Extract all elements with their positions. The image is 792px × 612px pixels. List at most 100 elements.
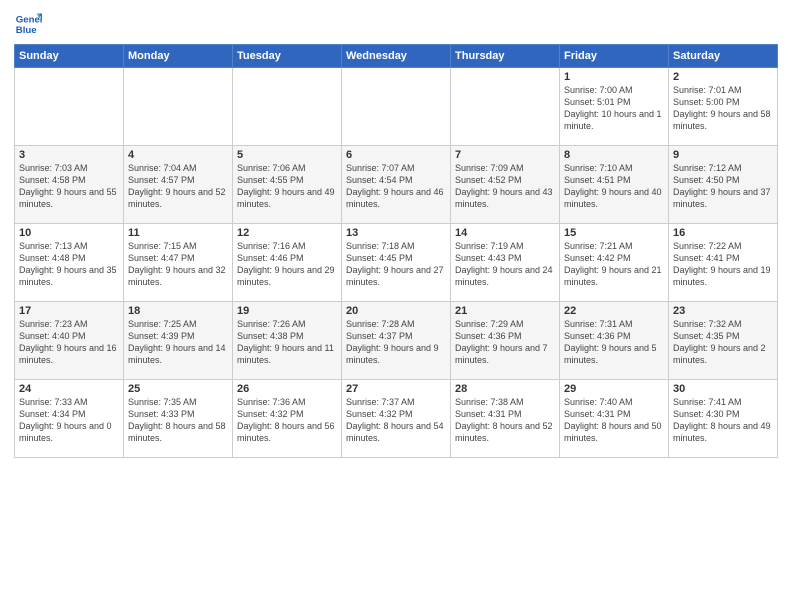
weekday-header-saturday: Saturday bbox=[669, 45, 778, 68]
day-number: 28 bbox=[455, 383, 555, 395]
page-container: General Blue SundayMondayTuesdayWednesda… bbox=[0, 0, 792, 466]
day-info: Sunrise: 7:35 AMSunset: 4:33 PMDaylight:… bbox=[128, 396, 228, 445]
calendar-cell: 9Sunrise: 7:12 AMSunset: 4:50 PMDaylight… bbox=[669, 146, 778, 224]
day-number: 24 bbox=[19, 383, 119, 395]
day-number: 14 bbox=[455, 227, 555, 239]
day-number: 3 bbox=[19, 149, 119, 161]
day-number: 4 bbox=[128, 149, 228, 161]
day-info: Sunrise: 7:32 AMSunset: 4:35 PMDaylight:… bbox=[673, 318, 773, 367]
day-info: Sunrise: 7:28 AMSunset: 4:37 PMDaylight:… bbox=[346, 318, 446, 367]
day-number: 26 bbox=[237, 383, 337, 395]
calendar-table: SundayMondayTuesdayWednesdayThursdayFrid… bbox=[14, 44, 778, 458]
day-info: Sunrise: 7:03 AMSunset: 4:58 PMDaylight:… bbox=[19, 162, 119, 211]
week-row-4: 17Sunrise: 7:23 AMSunset: 4:40 PMDayligh… bbox=[15, 302, 778, 380]
weekday-header-wednesday: Wednesday bbox=[342, 45, 451, 68]
calendar-cell: 29Sunrise: 7:40 AMSunset: 4:31 PMDayligh… bbox=[560, 380, 669, 458]
weekday-header-thursday: Thursday bbox=[451, 45, 560, 68]
header: General Blue bbox=[14, 10, 778, 38]
day-info: Sunrise: 7:16 AMSunset: 4:46 PMDaylight:… bbox=[237, 240, 337, 289]
calendar-cell: 2Sunrise: 7:01 AMSunset: 5:00 PMDaylight… bbox=[669, 68, 778, 146]
calendar-cell: 5Sunrise: 7:06 AMSunset: 4:55 PMDaylight… bbox=[233, 146, 342, 224]
calendar-cell: 25Sunrise: 7:35 AMSunset: 4:33 PMDayligh… bbox=[124, 380, 233, 458]
calendar-cell bbox=[342, 68, 451, 146]
day-number: 20 bbox=[346, 305, 446, 317]
day-info: Sunrise: 7:07 AMSunset: 4:54 PMDaylight:… bbox=[346, 162, 446, 211]
day-info: Sunrise: 7:09 AMSunset: 4:52 PMDaylight:… bbox=[455, 162, 555, 211]
day-info: Sunrise: 7:22 AMSunset: 4:41 PMDaylight:… bbox=[673, 240, 773, 289]
day-number: 27 bbox=[346, 383, 446, 395]
day-number: 12 bbox=[237, 227, 337, 239]
week-row-5: 24Sunrise: 7:33 AMSunset: 4:34 PMDayligh… bbox=[15, 380, 778, 458]
day-info: Sunrise: 7:36 AMSunset: 4:32 PMDaylight:… bbox=[237, 396, 337, 445]
calendar-cell: 17Sunrise: 7:23 AMSunset: 4:40 PMDayligh… bbox=[15, 302, 124, 380]
day-number: 29 bbox=[564, 383, 664, 395]
calendar-cell bbox=[451, 68, 560, 146]
day-info: Sunrise: 7:00 AMSunset: 5:01 PMDaylight:… bbox=[564, 84, 664, 133]
calendar-cell: 3Sunrise: 7:03 AMSunset: 4:58 PMDaylight… bbox=[15, 146, 124, 224]
day-info: Sunrise: 7:01 AMSunset: 5:00 PMDaylight:… bbox=[673, 84, 773, 133]
calendar-cell: 30Sunrise: 7:41 AMSunset: 4:30 PMDayligh… bbox=[669, 380, 778, 458]
logo-icon: General Blue bbox=[14, 10, 42, 38]
day-number: 21 bbox=[455, 305, 555, 317]
day-number: 17 bbox=[19, 305, 119, 317]
calendar-cell: 27Sunrise: 7:37 AMSunset: 4:32 PMDayligh… bbox=[342, 380, 451, 458]
svg-text:Blue: Blue bbox=[16, 25, 37, 36]
day-info: Sunrise: 7:38 AMSunset: 4:31 PMDaylight:… bbox=[455, 396, 555, 445]
week-row-3: 10Sunrise: 7:13 AMSunset: 4:48 PMDayligh… bbox=[15, 224, 778, 302]
day-number: 2 bbox=[673, 71, 773, 83]
calendar-cell: 16Sunrise: 7:22 AMSunset: 4:41 PMDayligh… bbox=[669, 224, 778, 302]
day-number: 5 bbox=[237, 149, 337, 161]
day-info: Sunrise: 7:37 AMSunset: 4:32 PMDaylight:… bbox=[346, 396, 446, 445]
calendar-cell: 14Sunrise: 7:19 AMSunset: 4:43 PMDayligh… bbox=[451, 224, 560, 302]
day-info: Sunrise: 7:21 AMSunset: 4:42 PMDaylight:… bbox=[564, 240, 664, 289]
day-info: Sunrise: 7:10 AMSunset: 4:51 PMDaylight:… bbox=[564, 162, 664, 211]
calendar-cell: 28Sunrise: 7:38 AMSunset: 4:31 PMDayligh… bbox=[451, 380, 560, 458]
weekday-header-row: SundayMondayTuesdayWednesdayThursdayFrid… bbox=[15, 45, 778, 68]
day-info: Sunrise: 7:41 AMSunset: 4:30 PMDaylight:… bbox=[673, 396, 773, 445]
calendar-cell: 18Sunrise: 7:25 AMSunset: 4:39 PMDayligh… bbox=[124, 302, 233, 380]
day-info: Sunrise: 7:40 AMSunset: 4:31 PMDaylight:… bbox=[564, 396, 664, 445]
calendar-cell: 15Sunrise: 7:21 AMSunset: 4:42 PMDayligh… bbox=[560, 224, 669, 302]
day-info: Sunrise: 7:18 AMSunset: 4:45 PMDaylight:… bbox=[346, 240, 446, 289]
day-number: 13 bbox=[346, 227, 446, 239]
calendar-cell: 13Sunrise: 7:18 AMSunset: 4:45 PMDayligh… bbox=[342, 224, 451, 302]
calendar-cell: 12Sunrise: 7:16 AMSunset: 4:46 PMDayligh… bbox=[233, 224, 342, 302]
week-row-2: 3Sunrise: 7:03 AMSunset: 4:58 PMDaylight… bbox=[15, 146, 778, 224]
day-number: 19 bbox=[237, 305, 337, 317]
calendar-cell: 19Sunrise: 7:26 AMSunset: 4:38 PMDayligh… bbox=[233, 302, 342, 380]
logo: General Blue bbox=[14, 10, 46, 38]
day-number: 9 bbox=[673, 149, 773, 161]
calendar-cell bbox=[233, 68, 342, 146]
day-info: Sunrise: 7:06 AMSunset: 4:55 PMDaylight:… bbox=[237, 162, 337, 211]
calendar-cell: 22Sunrise: 7:31 AMSunset: 4:36 PMDayligh… bbox=[560, 302, 669, 380]
day-info: Sunrise: 7:29 AMSunset: 4:36 PMDaylight:… bbox=[455, 318, 555, 367]
weekday-header-tuesday: Tuesday bbox=[233, 45, 342, 68]
day-number: 10 bbox=[19, 227, 119, 239]
calendar-cell: 10Sunrise: 7:13 AMSunset: 4:48 PMDayligh… bbox=[15, 224, 124, 302]
day-info: Sunrise: 7:13 AMSunset: 4:48 PMDaylight:… bbox=[19, 240, 119, 289]
day-number: 1 bbox=[564, 71, 664, 83]
day-info: Sunrise: 7:15 AMSunset: 4:47 PMDaylight:… bbox=[128, 240, 228, 289]
day-number: 18 bbox=[128, 305, 228, 317]
day-number: 7 bbox=[455, 149, 555, 161]
calendar-cell: 21Sunrise: 7:29 AMSunset: 4:36 PMDayligh… bbox=[451, 302, 560, 380]
day-info: Sunrise: 7:26 AMSunset: 4:38 PMDaylight:… bbox=[237, 318, 337, 367]
calendar-cell: 6Sunrise: 7:07 AMSunset: 4:54 PMDaylight… bbox=[342, 146, 451, 224]
weekday-header-monday: Monday bbox=[124, 45, 233, 68]
day-info: Sunrise: 7:04 AMSunset: 4:57 PMDaylight:… bbox=[128, 162, 228, 211]
day-number: 25 bbox=[128, 383, 228, 395]
day-info: Sunrise: 7:12 AMSunset: 4:50 PMDaylight:… bbox=[673, 162, 773, 211]
weekday-header-sunday: Sunday bbox=[15, 45, 124, 68]
day-number: 22 bbox=[564, 305, 664, 317]
day-number: 30 bbox=[673, 383, 773, 395]
day-info: Sunrise: 7:25 AMSunset: 4:39 PMDaylight:… bbox=[128, 318, 228, 367]
calendar-cell: 11Sunrise: 7:15 AMSunset: 4:47 PMDayligh… bbox=[124, 224, 233, 302]
day-number: 11 bbox=[128, 227, 228, 239]
weekday-header-friday: Friday bbox=[560, 45, 669, 68]
day-number: 16 bbox=[673, 227, 773, 239]
day-number: 23 bbox=[673, 305, 773, 317]
calendar-cell: 24Sunrise: 7:33 AMSunset: 4:34 PMDayligh… bbox=[15, 380, 124, 458]
day-info: Sunrise: 7:19 AMSunset: 4:43 PMDaylight:… bbox=[455, 240, 555, 289]
day-number: 15 bbox=[564, 227, 664, 239]
calendar-cell: 23Sunrise: 7:32 AMSunset: 4:35 PMDayligh… bbox=[669, 302, 778, 380]
